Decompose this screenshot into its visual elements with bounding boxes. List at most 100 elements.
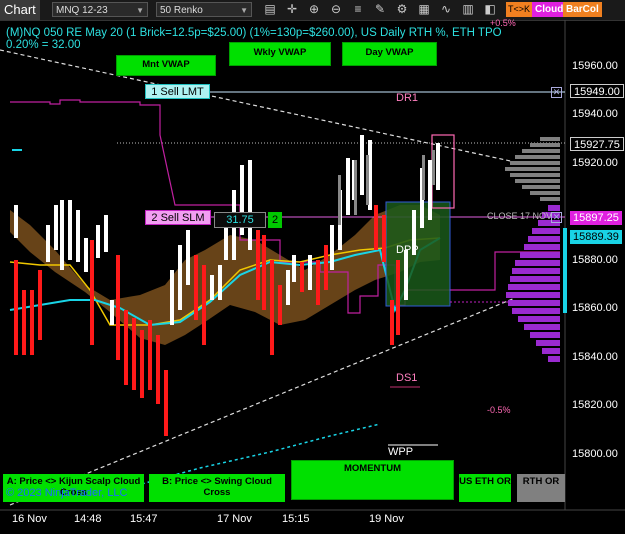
price-tick: 15860.00 xyxy=(572,302,618,314)
window-title: Chart xyxy=(0,0,40,20)
renko-brick xyxy=(132,318,136,390)
renko-brick xyxy=(60,200,64,270)
volume-profile-bar xyxy=(540,197,560,201)
renko-brick xyxy=(374,205,378,250)
renko-brick xyxy=(436,143,440,190)
price-tick: 15820.00 xyxy=(572,399,618,411)
prior-close-label: CLOSE 17 NOV xyxy=(487,211,553,221)
crosshair-icon[interactable]: ✛ xyxy=(284,2,300,17)
renko-brick xyxy=(300,262,304,292)
renko-brick xyxy=(422,155,425,200)
time-tick: 17 Nov xyxy=(217,513,252,525)
renko-brick xyxy=(124,310,128,385)
trade-icon[interactable]: ▥ xyxy=(460,2,476,17)
renko-brick xyxy=(22,290,26,355)
cancel-order-icon[interactable]: ✕ xyxy=(551,87,562,98)
cloud-toggle-button[interactable]: Cloud xyxy=(532,2,567,17)
time-tick: 14:48 xyxy=(74,513,102,525)
volume-profile-bar xyxy=(548,356,560,362)
instrument-selector[interactable]: MNQ 12-23 ▼ xyxy=(52,2,148,17)
renko-brick xyxy=(382,215,386,262)
time-tick: 16 Nov xyxy=(12,513,47,525)
renko-brick xyxy=(116,255,120,360)
price-tick: 15880.00 xyxy=(572,254,618,266)
price-tick: 15840.00 xyxy=(572,351,618,363)
volume-profile-bar xyxy=(532,228,560,234)
zoom-out-icon[interactable]: ⊖ xyxy=(328,2,344,17)
renko-brick xyxy=(286,270,290,305)
rth-or-button[interactable]: RTH OR xyxy=(517,474,565,502)
volume-profile-bar xyxy=(522,185,560,189)
ds1-label: DS1 xyxy=(396,372,418,384)
bar-type-value: 50 Renko xyxy=(160,5,203,16)
price-tick: 15920.00 xyxy=(572,157,618,169)
renko-brick xyxy=(256,230,260,300)
volume-profile-bar xyxy=(505,167,560,171)
volume-profile-bar xyxy=(524,324,560,330)
sell-limit-order-label[interactable]: 1 Sell LMT xyxy=(145,84,210,99)
tk-toggle-button[interactable]: T<>K xyxy=(506,2,533,17)
price-tick: 15940.00 xyxy=(572,108,618,120)
renko-brick xyxy=(262,235,266,310)
wpp-label: WPP xyxy=(388,446,414,458)
properties-icon[interactable]: ≡ xyxy=(350,2,366,17)
price-chart-area[interactable] xyxy=(0,20,625,534)
us-eth-or-button[interactable]: US ETH OR xyxy=(459,474,511,502)
volume-profile-bar xyxy=(508,284,560,290)
renko-brick xyxy=(210,275,214,300)
cancel-order-icon[interactable]: ✕ xyxy=(551,212,562,223)
momentum-button[interactable]: MOMENTUM xyxy=(291,460,454,500)
renko-brick xyxy=(46,225,50,262)
renko-brick xyxy=(156,335,160,404)
zoom-in-icon[interactable]: ⊕ xyxy=(306,2,322,17)
renko-brick xyxy=(390,300,394,345)
draw-tool-icon[interactable]: ✎ xyxy=(372,2,388,17)
order-quantity[interactable]: 2 xyxy=(268,212,282,228)
chart-trader-icon[interactable]: ◧ xyxy=(482,2,498,17)
price-tick: 15960.00 xyxy=(572,60,618,72)
renko-brick xyxy=(140,330,144,398)
renko-brick xyxy=(186,230,190,285)
volume-profile-bar xyxy=(518,316,560,322)
daily-vwap-button[interactable]: Day VWAP xyxy=(342,42,437,66)
chevron-down-icon: ▼ xyxy=(240,6,248,15)
data-box-icon[interactable]: ▤ xyxy=(262,2,278,17)
renko-brick xyxy=(330,225,334,270)
renko-brick xyxy=(432,150,435,185)
swing-cloud-cross-button[interactable]: B: Price <> Swing Cloud Cross xyxy=(149,474,285,502)
order-pnl-value: 31.75 xyxy=(214,212,266,228)
time-tick: 15:15 xyxy=(282,513,310,525)
renko-brick xyxy=(324,245,328,290)
chevron-down-icon: ▼ xyxy=(136,6,144,15)
volume-profile-bar xyxy=(515,155,560,159)
dr1-label: DR1 xyxy=(396,92,419,104)
renko-brick xyxy=(38,270,42,340)
sell-stop-order-label[interactable]: 2 Sell SLM xyxy=(145,210,211,225)
bar-type-selector[interactable]: 50 Renko ▼ xyxy=(156,2,252,17)
time-tick: 19 Nov xyxy=(369,513,404,525)
renko-brick xyxy=(54,205,58,250)
renko-brick xyxy=(68,200,72,260)
renko-brick xyxy=(404,250,408,300)
volume-profile-bar xyxy=(512,268,560,274)
time-tick: 15:47 xyxy=(130,513,158,525)
renko-brick xyxy=(292,255,296,282)
renko-brick xyxy=(14,205,18,238)
template-icon[interactable]: ▦ xyxy=(416,2,432,17)
indicators-icon[interactable]: ∿ xyxy=(438,2,454,17)
weekly-vwap-button[interactable]: Wkly VWAP xyxy=(229,42,331,66)
barcol-toggle-button[interactable]: BarCol xyxy=(563,2,602,17)
volume-profile-bar xyxy=(540,137,560,141)
copyright-text: © 2023 NinjaTrader, LLC xyxy=(6,487,128,499)
renko-brick xyxy=(178,245,182,310)
volume-profile-bar xyxy=(536,340,560,346)
dpp-label: DPP xyxy=(396,244,419,256)
renko-brick xyxy=(84,238,88,272)
renko-brick xyxy=(76,210,80,262)
strategy-icon[interactable]: ⚙ xyxy=(394,2,410,17)
volume-profile-bar xyxy=(530,143,560,147)
renko-brick xyxy=(270,260,274,355)
renko-brick xyxy=(360,135,364,195)
monthly-vwap-button[interactable]: Mnt VWAP xyxy=(116,55,216,76)
percent-bottom-label: -0.5% xyxy=(487,405,511,415)
